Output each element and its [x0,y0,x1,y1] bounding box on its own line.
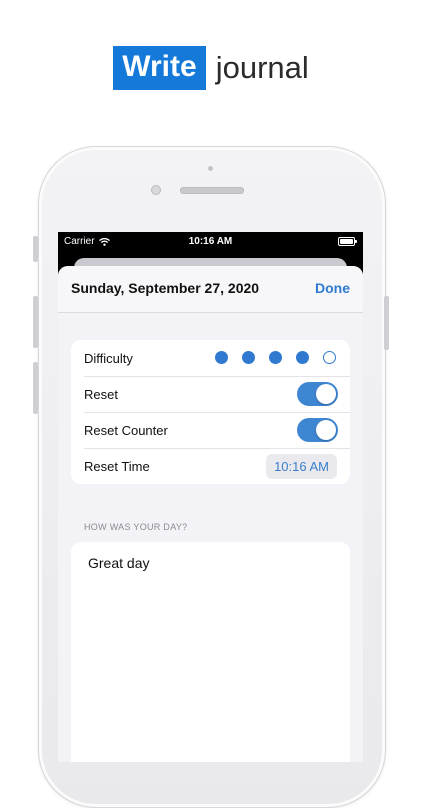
headline-highlight: Write [113,46,206,90]
nav-title: Sunday, September 27, 2020 [71,280,260,296]
reset-label: Reset [84,386,118,402]
phone-volume-down [33,362,38,414]
journal-text: Great day [88,555,150,571]
phone-power-button [384,296,389,350]
reset-toggle[interactable] [297,382,338,406]
entry-sheet: Sunday, September 27, 2020 Done Difficul… [58,266,363,762]
reset-counter-label: Reset Counter [84,422,168,438]
journal-text-area[interactable]: Great day [71,542,350,762]
difficulty-rating [201,351,336,364]
status-bar: Carrier 10:16 AM [58,232,363,252]
difficulty-dot-2[interactable] [242,351,255,364]
reset-time-picker[interactable]: 10:16 AM [266,454,337,479]
reset-time-label: Reset Time [84,458,150,474]
phone-speaker [180,187,244,194]
reset-toggle-knob [316,384,336,404]
reset-counter-toggle[interactable] [297,418,338,442]
phone-volume-up [33,296,38,348]
headline-text: journal [215,50,309,85]
reset-counter-row: Reset Counter [71,412,350,448]
done-button[interactable]: Done [315,280,350,296]
phone-screen: Carrier 10:16 AM Sunday, September 27, 2… [58,232,363,762]
reset-time-row: Reset Time 10:16 AM [71,448,350,484]
difficulty-dot-1[interactable] [215,351,228,364]
settings-group: Difficulty Reset Reset Counter Reset Tim… [71,340,350,484]
promo-headline: Write journal [0,46,422,90]
journal-section-header: HOW WAS YOUR DAY? [84,522,188,532]
difficulty-dot-5[interactable] [323,351,336,364]
nav-bar: Sunday, September 27, 2020 Done [58,266,363,313]
phone-mute-switch [33,236,38,262]
reset-row: Reset [71,376,350,412]
reset-counter-toggle-knob [316,420,336,440]
difficulty-dot-3[interactable] [269,351,282,364]
phone-sensor [208,166,213,171]
difficulty-label: Difficulty [84,350,133,366]
status-time: 10:16 AM [188,236,233,247]
difficulty-row: Difficulty [71,340,350,376]
battery-icon [338,237,357,246]
difficulty-dot-4[interactable] [296,351,309,364]
phone-camera [151,185,161,195]
